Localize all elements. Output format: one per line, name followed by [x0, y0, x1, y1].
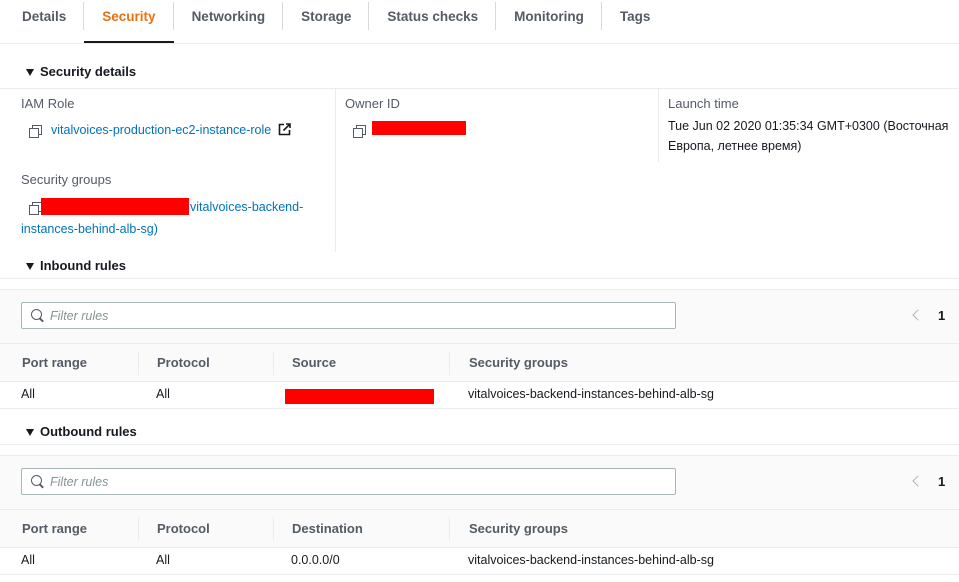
port-range-cell: All — [21, 387, 35, 401]
inbound-toolbar: 1 — [0, 289, 959, 343]
protocol-cell: All — [156, 553, 170, 567]
port-range-cell: All — [21, 553, 35, 567]
tab-monitoring[interactable]: Monitoring — [496, 0, 602, 43]
tab-networking[interactable]: Networking — [174, 0, 284, 43]
launch-time-line: Европа, летнее время) — [668, 139, 802, 153]
caret-down-icon — [26, 262, 34, 270]
divider — [0, 88, 959, 89]
column-header[interactable]: Source — [292, 355, 336, 370]
security-groups-label: Security groups — [21, 172, 112, 187]
iam-role-label: IAM Role — [21, 96, 75, 111]
page-number[interactable]: 1 — [938, 308, 945, 323]
caret-down-icon — [26, 428, 34, 436]
tab-details[interactable]: Details — [0, 0, 85, 43]
tab-storage[interactable]: Storage — [283, 0, 370, 43]
security-group-id-redaction — [41, 198, 189, 215]
tab-security[interactable]: Security — [84, 0, 174, 43]
tab-bar: Details Security Networking Storage Stat… — [0, 0, 959, 44]
security-group-link[interactable]: instances-behind-alb-sg) — [21, 219, 158, 239]
column-header[interactable]: Protocol — [157, 355, 210, 370]
column-divider — [138, 351, 139, 375]
copy-icon[interactable] — [353, 125, 366, 138]
chevron-left-icon[interactable] — [912, 475, 924, 487]
security-groups-cell: vitalvoices-backend-instances-behind-alb… — [468, 387, 714, 401]
outbound-rules-header[interactable]: Outbound rules — [0, 424, 959, 439]
page-number[interactable]: 1 — [938, 474, 945, 489]
copy-icon[interactable] — [29, 202, 42, 215]
inbound-rules-heading: Inbound rules — [40, 258, 126, 273]
column-divider — [449, 351, 450, 375]
caret-down-icon — [26, 68, 34, 76]
tab-tags[interactable]: Tags — [602, 0, 669, 43]
copy-icon[interactable] — [29, 125, 42, 138]
owner-id-label: Owner ID — [345, 96, 400, 111]
table-row: All All vitalvoices-backend-instances-be… — [0, 381, 959, 409]
table-row: All All 0.0.0.0/0 vitalvoices-backend-in… — [0, 547, 959, 575]
search-icon — [31, 475, 42, 486]
outbound-filter[interactable] — [21, 468, 676, 495]
security-groups-cell: vitalvoices-backend-instances-behind-alb… — [468, 553, 714, 567]
column-header[interactable]: Port range — [22, 521, 87, 536]
column-header[interactable]: Destination — [292, 521, 363, 536]
protocol-cell: All — [156, 387, 170, 401]
divider — [0, 444, 959, 445]
column-divider — [273, 517, 274, 541]
security-details-header[interactable]: Security details — [0, 64, 959, 79]
column-header[interactable]: Security groups — [469, 355, 568, 370]
outbound-rules-heading: Outbound rules — [40, 424, 137, 439]
security-details-heading: Security details — [40, 64, 137, 79]
inbound-filter[interactable] — [21, 302, 676, 329]
outbound-table-header: Port range Protocol Destination Security… — [0, 509, 959, 548]
inbound-rules-header[interactable]: Inbound rules — [0, 258, 959, 273]
outbound-filter-input[interactable] — [50, 473, 650, 491]
inbound-table-header: Port range Protocol Source Security grou… — [0, 343, 959, 382]
iam-role-value[interactable]: vitalvoices-production-ec2-instance-role — [51, 123, 271, 137]
column-divider — [449, 517, 450, 541]
search-icon — [31, 309, 42, 320]
divider — [0, 278, 959, 279]
inbound-filter-input[interactable] — [50, 307, 650, 325]
source-redaction — [285, 389, 434, 404]
tab-status-checks[interactable]: Status checks — [369, 0, 496, 43]
column-divider — [138, 517, 139, 541]
launch-time-label: Launch time — [668, 96, 739, 111]
destination-cell: 0.0.0.0/0 — [291, 553, 340, 567]
column-header[interactable]: Security groups — [469, 521, 568, 536]
column-header[interactable]: Protocol — [157, 521, 210, 536]
column-header[interactable]: Port range — [22, 355, 87, 370]
launch-time-value: Tue Jun 02 2020 01:35:34 GMT+0300 (Восто… — [668, 116, 948, 156]
owner-id-redaction — [372, 121, 466, 135]
outbound-toolbar: 1 — [0, 455, 959, 509]
external-link-icon — [278, 123, 291, 136]
iam-role-link[interactable]: vitalvoices-production-ec2-instance-role — [51, 120, 291, 140]
column-divider — [335, 88, 336, 252]
chevron-left-icon[interactable] — [912, 309, 924, 321]
column-divider — [658, 88, 659, 162]
column-divider — [273, 351, 274, 375]
launch-time-line: Tue Jun 02 2020 01:35:34 GMT+0300 (Восто… — [668, 119, 949, 133]
security-group-link[interactable]: vitalvoices-backend- — [190, 197, 303, 217]
